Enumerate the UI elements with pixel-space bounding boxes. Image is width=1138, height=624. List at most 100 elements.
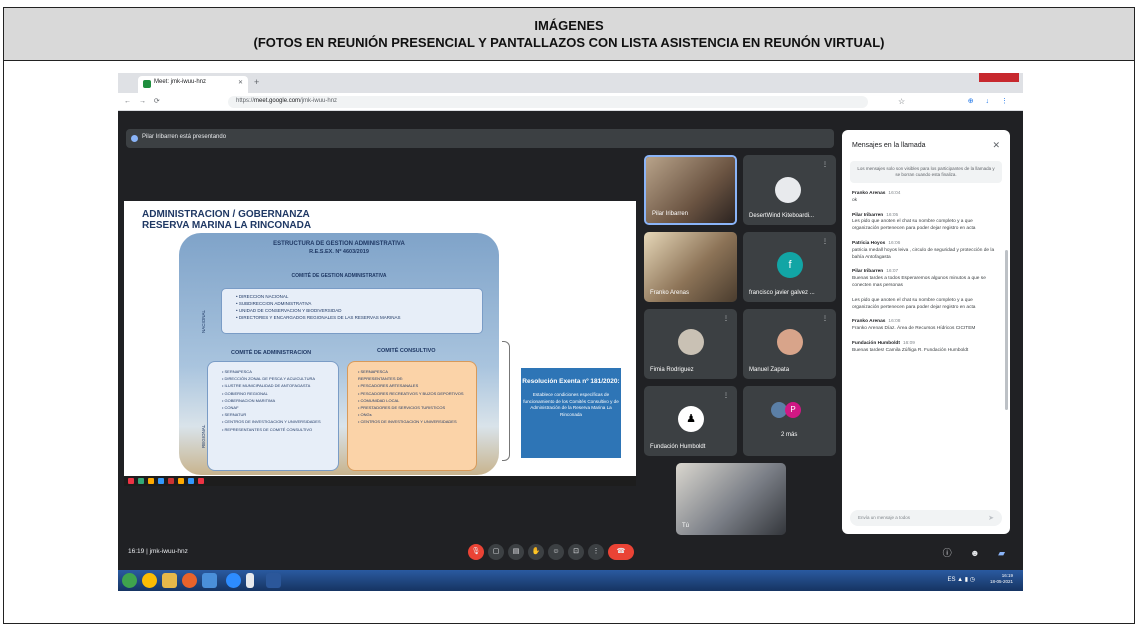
list-item: • PESCADORES ARTESANALES <box>358 383 419 389</box>
present-icon[interactable]: ⊡ <box>568 544 584 560</box>
structure-resolution: R.E.S.EX. Nº 4603/2019 <box>309 249 369 255</box>
resolution-box: Resolución Exenta nº 181/2020: Establece… <box>521 368 621 458</box>
new-tab-icon[interactable]: + <box>254 77 259 87</box>
mic-off-icon: ⋮ <box>723 316 729 322</box>
chat-message: Patricia Hoyos 16:06 patricia medall hoyos… <box>852 240 995 260</box>
participant-tile[interactable]: ⋮ f francisco javier galvez ... <box>743 232 836 302</box>
avatar: P <box>785 402 801 418</box>
mic-off-icon: ⋮ <box>822 239 828 245</box>
participant-tile[interactable]: ⋮ Manuel Zapata <box>743 309 836 379</box>
window-controls[interactable] <box>979 73 1019 82</box>
list-item: • PESCADORES RECREATIVOS Y BUZOS DEPORTI… <box>358 390 464 396</box>
self-name: Tú <box>682 523 690 529</box>
chat-message: Franko Arenas 16:08 Franko Arenas Díaz. Ár… <box>852 319 976 332</box>
mic-off-icon: ⋮ <box>822 316 828 322</box>
nav-arrows-icon[interactable]: ← → ⟳ <box>124 97 163 105</box>
zoom-icon[interactable] <box>226 573 241 588</box>
more-options-icon[interactable]: ⋮ <box>588 544 604 560</box>
raise-hand-icon[interactable]: ✋ <box>528 544 544 560</box>
avatar: f <box>777 252 803 278</box>
participant-tile[interactable]: ⋮ Fimia Rodriguez <box>644 309 737 379</box>
participant-name: Pilar Iribarren <box>652 211 689 217</box>
list-item: • GOBERNACION MARITIMA <box>222 397 276 403</box>
meet-icon <box>143 80 151 88</box>
participant-tile[interactable]: ⋮ DesertWind Kiteboardi... <box>743 155 836 225</box>
media-icon[interactable] <box>182 573 197 588</box>
participant-tile[interactable]: P 2 más <box>743 386 836 456</box>
resolution-text: Establece condiciones específicas de fun… <box>523 392 619 417</box>
list-item: REPRESENTANTES DE: <box>358 376 404 382</box>
list-item: • ILUSTRE MUNICIPALIDAD DE ANTOFAGASTA <box>222 383 311 389</box>
presenting-banner: Pilar Iribarren está presentando <box>126 129 834 148</box>
toolbar-icons[interactable]: ⊕ ↓ ⋮ <box>968 97 1013 105</box>
list-item: • SERNAPESCA <box>358 369 388 374</box>
participant-name: Fundación Humboldt <box>650 444 706 450</box>
list-item: • DIRECCIÓN ZONAL DE PESCA Y ACUICULTURA <box>222 376 316 382</box>
list-item: • DIRECCION NACIONAL <box>236 294 289 299</box>
list-item: • GOBIERNO REGIONAL <box>222 390 268 396</box>
consultive-box: • SERNAPESCA REPRESENTANTES DE: • PESCAD… <box>347 361 477 471</box>
structure-panel: ESTRUCTURA DE GESTION ADMINISTRATIVA R.E… <box>179 233 499 475</box>
call-controls: 🎙 ▢ ▤ ✋ ☺ ⊡ ⋮ ☎ <box>468 544 638 560</box>
side-controls[interactable]: ⓘ ☻ ▰ <box>943 546 1013 559</box>
app-icon[interactable] <box>202 573 217 588</box>
list-item: • CENTROS DE INVESTIGACION Y UNIVERSIDAD… <box>358 419 457 425</box>
avatar <box>777 329 803 355</box>
windows-taskbar: ES ▲ ▮ ◷ 16:19 18-05-2021 <box>118 570 1023 591</box>
camera-icon[interactable]: ▢ <box>488 544 504 560</box>
browser-tabbar: Meet: jmk-iwuu-hnz ✕ + <box>118 73 1023 93</box>
system-tray-icons[interactable]: ES ▲ ▮ ◷ <box>948 576 975 583</box>
chrome-icon[interactable] <box>142 573 157 588</box>
header-title: IMÁGENES <box>534 18 604 33</box>
participant-name: Franko Arenas <box>650 290 690 296</box>
chat-title: Mensajes en la llamada <box>852 142 926 149</box>
app-icon[interactable] <box>246 573 254 588</box>
self-view-tile[interactable]: Tú <box>676 463 786 535</box>
consultive-committee-label: COMITÉ CONSULTIVO <box>377 348 436 354</box>
close-icon[interactable]: ✕ <box>992 140 1000 151</box>
slide-title: ADMINISTRACION / GOBERNANZA RESERVA MARI… <box>142 209 312 231</box>
folder-icon[interactable] <box>162 573 177 588</box>
penguin-logo-icon: ♟ <box>678 406 704 432</box>
chat-message: Franko Arenas 16:04 ok <box>852 191 901 203</box>
meet-screenshot: Meet: jmk-iwuu-hnz ✕ + ← → ⟳ https://mee… <box>118 73 1023 591</box>
address-bar-row: ← → ⟳ https://meet.google.com/jmk-iwuu-h… <box>118 93 1023 111</box>
close-tab-icon[interactable]: ✕ <box>238 79 243 86</box>
participant-tile[interactable]: ⋮ ♟ Fundación Humboldt <box>644 386 737 456</box>
chat-message: Pilar Iribarren 16:07 Buenas tardes a todo… <box>852 269 986 288</box>
taskbar-clock: 16:19 18-05-2021 <box>989 573 1013 584</box>
participant-name: DesertWind Kiteboardi... <box>749 213 815 219</box>
committee-mgmt-label: COMITÉ DE GESTION ADMINISTRATIVA <box>291 273 387 279</box>
captions-icon[interactable]: ▤ <box>508 544 524 560</box>
bookmark-star-icon[interactable]: ☆ <box>898 97 905 106</box>
end-call-button[interactable]: ☎ <box>608 544 634 560</box>
national-box: • DIRECCION NACIONAL • SUBDIRECCION ADMI… <box>221 288 483 334</box>
list-item: • ONGs <box>358 412 372 418</box>
participant-tile[interactable]: Pilar Iribarren <box>644 155 737 225</box>
more-participants-label: 2 más <box>781 432 798 438</box>
start-icon[interactable] <box>122 573 137 588</box>
participant-name: francisco javier galvez ... <box>749 290 815 296</box>
send-icon[interactable]: ➤ <box>988 514 994 522</box>
mic-off-icon: ⋮ <box>822 162 828 168</box>
avatar <box>678 329 704 355</box>
chat-input[interactable]: Envía un mensaje a todos ➤ <box>850 510 1002 526</box>
list-item: • UNIDAD DE CONSERVACION Y BIODIVERSIDAD <box>236 308 342 313</box>
meeting-code: 16:19 | jmk-iwuu-hnz <box>128 548 188 555</box>
chat-scrollbar[interactable] <box>1005 250 1008 410</box>
url-input[interactable]: https://meet.google.com/jmk-iwuu-hnz <box>228 96 868 108</box>
word-icon[interactable] <box>266 573 281 588</box>
emoji-icon[interactable]: ☺ <box>548 544 564 560</box>
participant-tile[interactable]: Franko Arenas <box>644 232 737 302</box>
chat-message: Pilar Iribarren 16:05 Les pido que anoten … <box>852 212 976 232</box>
structure-title: ESTRUCTURA DE GESTION ADMINISTRATIVA <box>273 241 405 247</box>
browser-tab[interactable]: Meet: jmk-iwuu-hnz ✕ <box>138 76 248 93</box>
national-label: NACIONAL <box>201 309 206 333</box>
list-item: • CENTROS DE INVESTIGACION Y UNIVERSIDAD… <box>222 419 321 425</box>
avatar <box>775 177 801 203</box>
chat-message: Fundación Humboldt 16:09 Buenas tardes! Ca… <box>852 340 969 353</box>
presented-slide: ADMINISTRACION / GOBERNANZA RESERVA MARI… <box>124 201 636 476</box>
bracket-shape <box>502 341 510 461</box>
mic-icon[interactable]: 🎙 <box>468 544 484 560</box>
admin-box: • SERNAPESCA • DIRECCIÓN ZONAL DE PESCA … <box>207 361 339 471</box>
